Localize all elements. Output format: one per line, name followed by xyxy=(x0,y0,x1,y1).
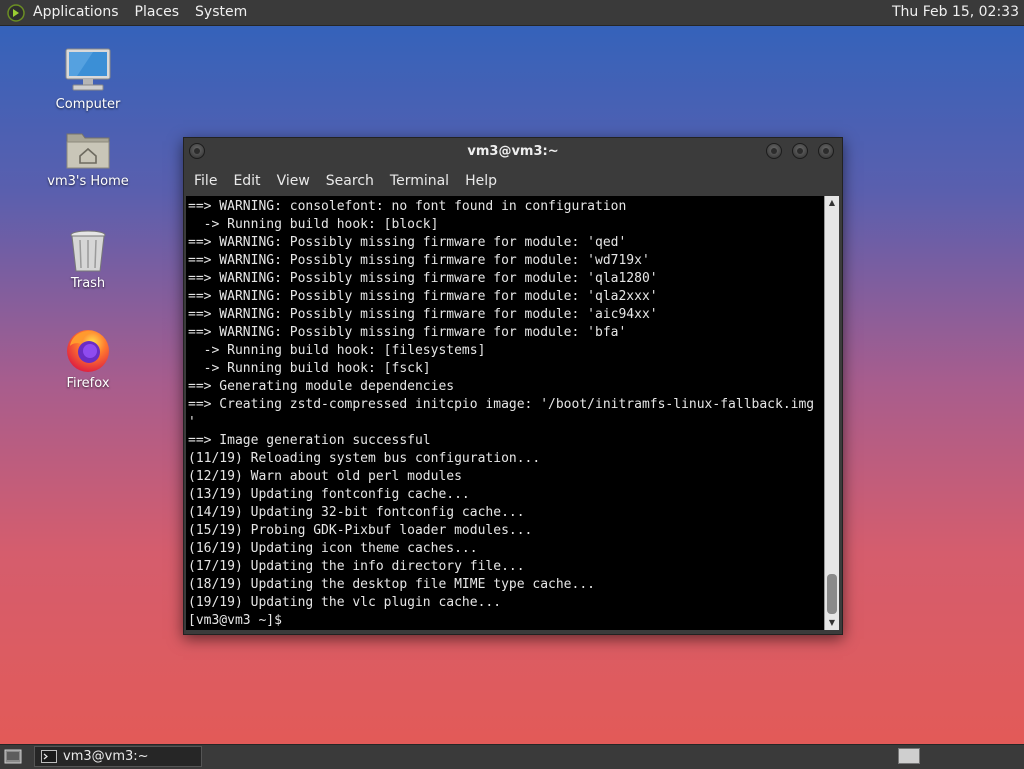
maximize-button[interactable] xyxy=(792,143,808,159)
window-titlebar[interactable]: vm3@vm3:~ xyxy=(184,138,842,166)
desktop-icon-label: Computer xyxy=(55,97,121,112)
taskbar-label: vm3@vm3:~ xyxy=(63,749,149,764)
menu-search[interactable]: Search xyxy=(319,173,383,189)
window-title: vm3@vm3:~ xyxy=(467,144,559,159)
terminal-window[interactable]: vm3@vm3:~ File Edit View Search Terminal… xyxy=(183,137,843,635)
minimize-button[interactable] xyxy=(766,143,782,159)
desktop-icon-computer[interactable]: Computer xyxy=(33,45,143,112)
scrollbar-thumb[interactable] xyxy=(827,574,837,614)
system-menu[interactable]: System xyxy=(187,0,255,25)
terminal-output[interactable]: ==> WARNING: consolefont: no font found … xyxy=(186,196,824,630)
applications-menu[interactable]: Applications xyxy=(33,0,127,25)
panel-clock[interactable]: Thu Feb 15, 02:33 xyxy=(892,0,1019,25)
terminal-area[interactable]: ==> WARNING: consolefont: no font found … xyxy=(186,196,824,630)
desktop-icon-label: vm3's Home xyxy=(47,174,129,189)
scroll-down-arrow-icon[interactable]: ▼ xyxy=(825,616,839,630)
close-button[interactable] xyxy=(818,143,834,159)
mate-logo-icon[interactable] xyxy=(7,3,25,22)
menu-file[interactable]: File xyxy=(187,173,226,189)
desktop-icon-label: Firefox xyxy=(66,376,110,391)
top-panel: Applications Places System Thu Feb 15, 0… xyxy=(0,0,1024,26)
terminal-scrollbar[interactable]: ▲ ▼ xyxy=(824,196,839,630)
menu-view[interactable]: View xyxy=(270,173,319,189)
taskbar-terminal-button[interactable]: vm3@vm3:~ xyxy=(34,746,202,767)
desktop-icon-label: Trash xyxy=(70,276,106,291)
show-desktop-icon[interactable] xyxy=(4,749,22,765)
terminal-icon xyxy=(41,750,57,763)
menu-edit[interactable]: Edit xyxy=(226,173,269,189)
bottom-panel: vm3@vm3:~ xyxy=(0,744,1024,769)
menu-help[interactable]: Help xyxy=(458,173,506,189)
home-folder-icon xyxy=(66,133,110,169)
places-menu[interactable]: Places xyxy=(127,0,188,25)
scroll-up-arrow-icon[interactable]: ▲ xyxy=(825,196,839,210)
trash-icon xyxy=(70,230,106,272)
desktop-icon-firefox[interactable]: Firefox xyxy=(33,326,143,391)
desktop-icon-home[interactable]: vm3's Home xyxy=(33,126,143,189)
window-menu-button[interactable] xyxy=(189,143,205,159)
firefox-icon xyxy=(67,330,109,372)
menu-terminal[interactable]: Terminal xyxy=(383,173,458,189)
terminal-menubar: File Edit View Search Terminal Help xyxy=(184,166,842,196)
desktop-icon-trash[interactable]: Trash xyxy=(33,228,143,291)
computer-icon xyxy=(65,48,111,91)
workspace-switcher[interactable] xyxy=(898,748,920,764)
